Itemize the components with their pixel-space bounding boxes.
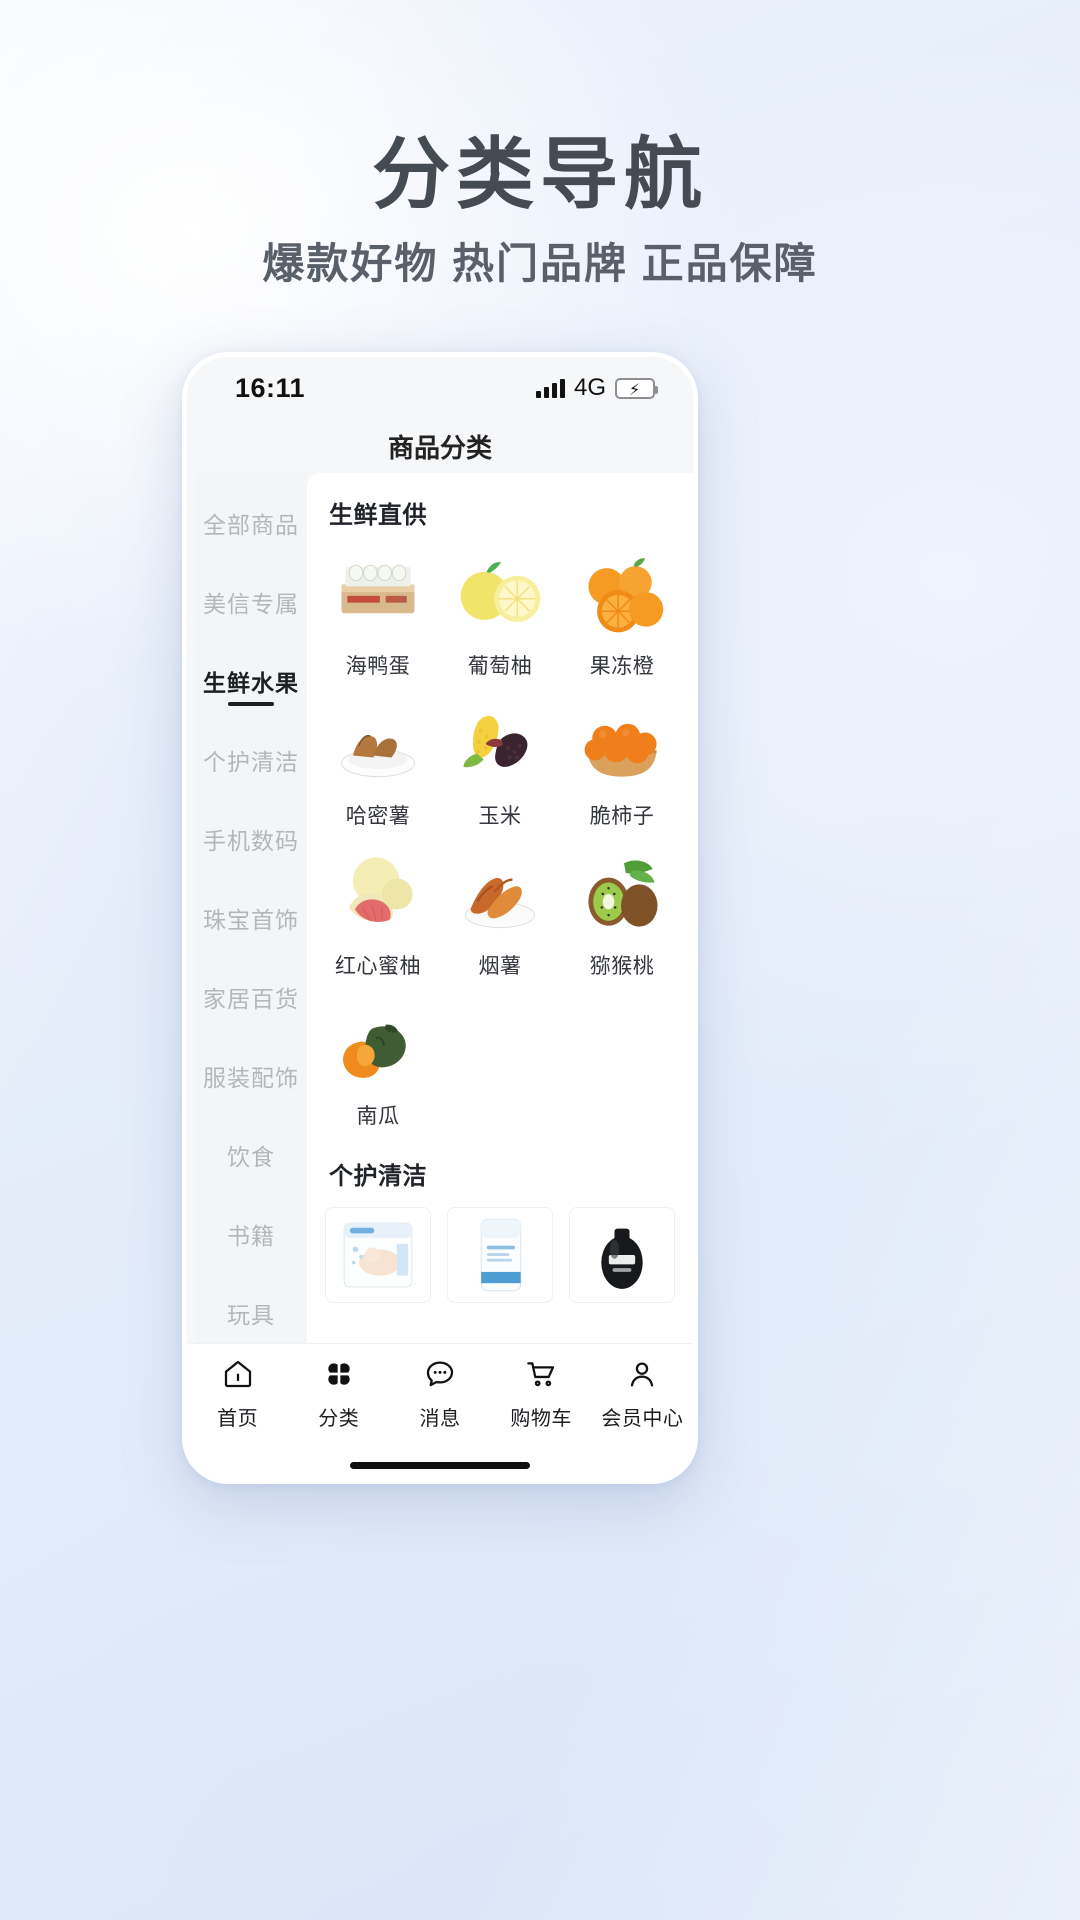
shampoo-bottle-icon xyxy=(569,1207,675,1303)
pumpkin-icon xyxy=(325,996,431,1092)
sidebar-item-6[interactable]: 家居百货 xyxy=(195,957,307,1036)
product-cell[interactable]: 海鸭蛋 xyxy=(317,540,439,684)
product-label: 南瓜 xyxy=(356,1105,400,1128)
user-person-icon xyxy=(626,1358,658,1395)
sidebar-item-3[interactable]: 个护清洁 xyxy=(195,720,307,799)
sidebar-item-2[interactable]: 生鲜水果 xyxy=(195,641,307,720)
product-label: 红心蜜柚 xyxy=(335,955,421,978)
product-label: 脆柿子 xyxy=(589,805,655,828)
poster-subtitle: 爆款好物 热门品牌 正品保障 xyxy=(262,240,818,287)
product-grid-1 xyxy=(317,1201,683,1315)
tab-label: 分类 xyxy=(318,1408,360,1430)
status-indicators: 4G ⚡ xyxy=(535,374,658,402)
tab-label: 消息 xyxy=(419,1408,461,1430)
product-label: 葡萄柚 xyxy=(467,655,533,678)
section-title-0: 生鲜直供 xyxy=(329,502,427,529)
sidebar-item-4[interactable]: 手机数码 xyxy=(195,799,307,878)
sidebar-item-label: 饮食 xyxy=(227,1143,275,1170)
product-cell[interactable]: 烟薯 xyxy=(439,840,561,984)
product-cell[interactable]: 葡萄柚 xyxy=(439,540,561,684)
category-content[interactable]: 生鲜直供 海鸭蛋 葡萄柚 果冻橙 哈密薯 玉米 脆柿子 红心蜜柚 烟薯 猕猴桃 … xyxy=(307,473,693,1343)
sidebar-item-label: 全部商品 xyxy=(203,511,299,538)
product-label: 烟薯 xyxy=(478,955,522,978)
product-cell[interactable]: 玉米 xyxy=(439,690,561,834)
battery-charging-icon: ⚡ xyxy=(615,377,658,399)
tab-label: 会员中心 xyxy=(601,1408,684,1430)
category-sidebar[interactable]: 全部商品美信专属生鲜水果个护清洁手机数码珠宝首饰家居百货服装配饰饮食书籍玩具 xyxy=(195,473,307,1343)
wipes-pack-icon xyxy=(447,1207,553,1303)
diaper-pack-icon xyxy=(325,1207,431,1303)
poster-title: 分类导航 xyxy=(371,130,708,218)
sidebar-item-label: 珠宝首饰 xyxy=(203,906,299,933)
bottom-tab-bar[interactable]: 首页 分类 消息 购物车 会员中心 xyxy=(187,1343,693,1451)
sidebar-item-10[interactable]: 玩具 xyxy=(195,1273,307,1343)
sidebar-item-5[interactable]: 珠宝首饰 xyxy=(195,878,307,957)
sidebar-item-label: 生鲜水果 xyxy=(203,669,299,696)
tab-2[interactable]: 消息 xyxy=(394,1358,486,1431)
sidebar-item-label: 书籍 xyxy=(227,1222,275,1249)
sidebar-item-0[interactable]: 全部商品 xyxy=(195,483,307,562)
status-time: 16:11 xyxy=(235,372,306,403)
shopping-cart-icon xyxy=(525,1358,557,1395)
product-cell[interactable]: 哈密薯 xyxy=(317,690,439,834)
signal-bars-icon xyxy=(535,378,565,398)
section-title-1: 个护清洁 xyxy=(329,1163,427,1190)
product-cell[interactable] xyxy=(439,1201,561,1315)
message-bubble-icon xyxy=(424,1358,456,1395)
corn-icon xyxy=(447,696,553,792)
page-body: 全部商品 美信专属 生鲜水果 个护清洁 手机数码 珠宝首饰 家居百货 服装配饰 饮食 书籍 玩具 生… xyxy=(187,473,693,1343)
product-label: 哈密薯 xyxy=(345,805,411,828)
home-indicator xyxy=(187,1451,693,1479)
sidebar-item-label: 家居百货 xyxy=(203,985,299,1012)
category-clover-icon xyxy=(323,1358,355,1395)
kiwi-icon xyxy=(569,846,675,942)
tab-4[interactable]: 会员中心 xyxy=(596,1358,688,1431)
sidebar-item-label: 美信专属 xyxy=(203,590,299,617)
product-label: 海鸭蛋 xyxy=(345,655,411,678)
red-pomelo-icon xyxy=(325,846,431,942)
phone-mockup: 16:11 4G ⚡ 商品分类 全部商品 美信专属 生鲜水果 个护清洁 手机数码 珠宝首饰… xyxy=(182,352,698,1484)
tab-3[interactable]: 购物车 xyxy=(495,1358,587,1431)
sidebar-item-label: 玩具 xyxy=(227,1301,275,1328)
product-label: 果冻橙 xyxy=(589,655,655,678)
grapefruit-icon xyxy=(447,546,553,642)
tab-label: 首页 xyxy=(217,1408,259,1430)
persimmon-basket-icon xyxy=(569,696,675,792)
status-bar: 16:11 4G ⚡ xyxy=(187,357,693,419)
sidebar-item-label: 手机数码 xyxy=(203,827,299,854)
network-type-label: 4G xyxy=(573,374,606,401)
product-cell[interactable]: 脆柿子 xyxy=(561,690,683,834)
product-cell[interactable]: 红心蜜柚 xyxy=(317,840,439,984)
home-icon xyxy=(222,1358,254,1395)
page-title: 商品分类 xyxy=(187,419,693,473)
product-cell[interactable]: 南瓜 xyxy=(317,990,439,1134)
product-grid-0: 海鸭蛋 葡萄柚 果冻橙 哈密薯 玉米 脆柿子 红心蜜柚 烟薯 猕猴桃 南瓜 xyxy=(317,540,683,1134)
roasted-yam-icon xyxy=(447,846,553,942)
product-cell[interactable]: 猕猴桃 xyxy=(561,840,683,984)
egg-carton-icon xyxy=(325,546,431,642)
sidebar-item-label: 服装配饰 xyxy=(203,1064,299,1091)
orange-icon xyxy=(569,546,675,642)
tab-1[interactable]: 分类 xyxy=(293,1358,385,1431)
sidebar-item-9[interactable]: 书籍 xyxy=(195,1194,307,1273)
tab-label: 购物车 xyxy=(510,1408,572,1430)
product-label: 玉米 xyxy=(478,805,522,828)
product-cell[interactable] xyxy=(317,1201,439,1315)
sweet-potato-plate-icon xyxy=(325,696,431,792)
sidebar-item-7[interactable]: 服装配饰 xyxy=(195,1036,307,1115)
sidebar-item-label: 个护清洁 xyxy=(203,748,299,775)
sidebar-item-1[interactable]: 美信专属 xyxy=(195,562,307,641)
product-cell[interactable] xyxy=(561,1201,683,1315)
product-cell[interactable]: 果冻橙 xyxy=(561,540,683,684)
sidebar-item-8[interactable]: 饮食 xyxy=(195,1115,307,1194)
product-label: 猕猴桃 xyxy=(589,955,655,978)
tab-0[interactable]: 首页 xyxy=(192,1358,284,1431)
